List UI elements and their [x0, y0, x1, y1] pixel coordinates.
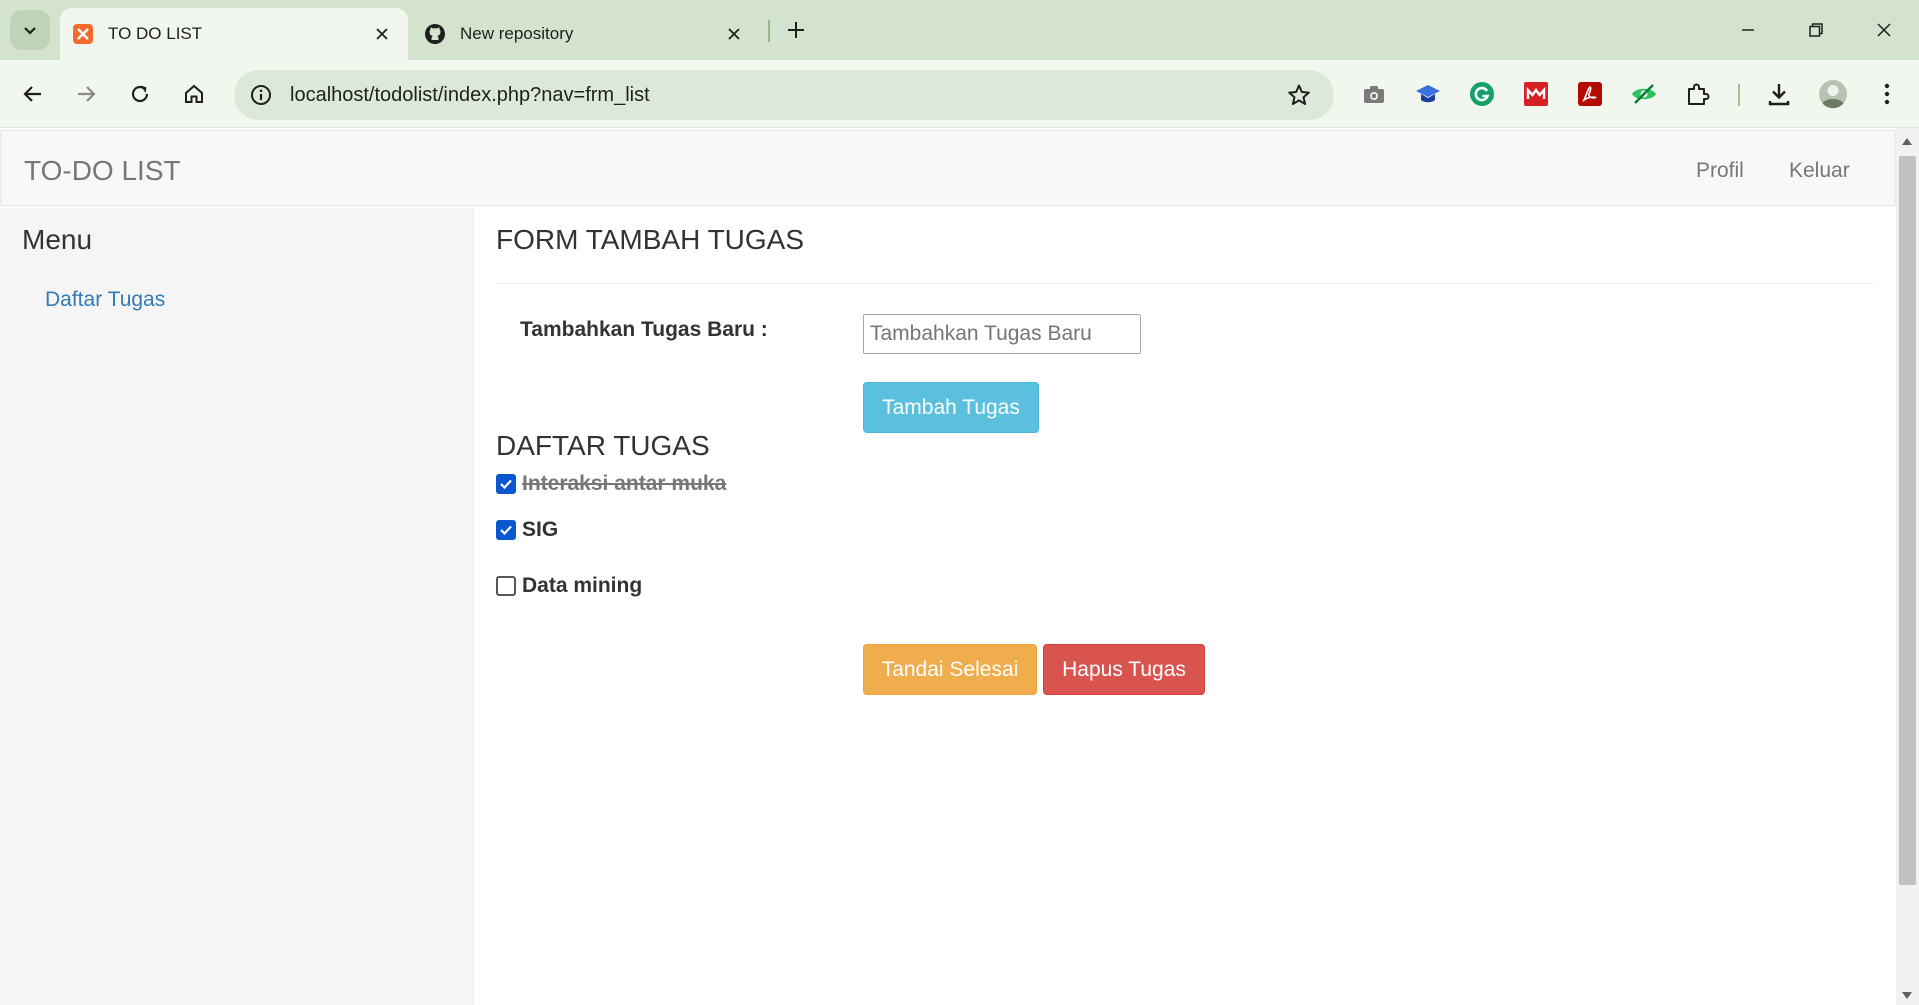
checkmark-icon [500, 479, 512, 490]
close-icon [1877, 23, 1891, 37]
plus-icon [788, 22, 804, 38]
minimize-icon [1742, 29, 1754, 31]
delete-task-button[interactable]: Hapus Tugas [1043, 644, 1205, 695]
task-label[interactable]: Data mining [522, 574, 642, 598]
task-label[interactable]: SIG [522, 518, 558, 542]
minimize-button[interactable] [1728, 10, 1768, 50]
home-icon [185, 84, 203, 103]
arrow-right-icon [78, 86, 96, 102]
graduation-cap-icon[interactable] [1411, 77, 1445, 111]
puzzle-icon[interactable] [1681, 77, 1715, 111]
close-window-button[interactable] [1864, 10, 1904, 50]
mark-done-button[interactable]: Tandai Selesai [863, 644, 1037, 695]
more-vert-icon[interactable] [1870, 77, 1904, 111]
main-content: FORM TAMBAH TUGAS Tambahkan Tugas Baru :… [474, 208, 1896, 1005]
new-task-input[interactable] [863, 314, 1141, 354]
browser-tab-strip: TO DO LIST New repository [0, 0, 1919, 60]
task-checkbox[interactable] [496, 576, 516, 596]
bookmark-star-icon[interactable] [1284, 80, 1314, 110]
tab-title: New repository [460, 24, 574, 43]
task-checkbox[interactable] [496, 520, 516, 540]
toolbar-separator [1738, 84, 1740, 106]
nav-link-profil[interactable]: Profil [1696, 159, 1744, 183]
github-icon [424, 23, 446, 45]
acrobat-icon[interactable] [1573, 77, 1607, 111]
page-title: FORM TAMBAH TUGAS [496, 224, 805, 255]
brand-title[interactable]: TO-DO LIST [24, 155, 181, 187]
restore-icon [1809, 23, 1823, 37]
camera-icon[interactable] [1357, 77, 1391, 111]
back-button[interactable] [13, 74, 53, 114]
arrow-left-icon [23, 86, 41, 102]
task-checkbox[interactable] [496, 474, 516, 494]
xampp-icon [72, 23, 94, 45]
site-info-icon[interactable] [246, 80, 276, 110]
tab-separator [768, 20, 770, 42]
forward-button[interactable] [66, 74, 106, 114]
task-label[interactable]: Interaksi antar muka [522, 472, 726, 496]
avatar[interactable] [1816, 77, 1850, 111]
grammarly-icon[interactable] [1465, 77, 1499, 111]
eye-slash-icon[interactable] [1627, 77, 1661, 111]
scroll-up-icon[interactable] [1902, 138, 1912, 145]
top-navbar: TO-DO LIST Profil Keluar [0, 130, 1896, 206]
restore-button[interactable] [1796, 10, 1836, 50]
browser-toolbar: localhost/todolist/index.php?nav=frm_lis… [0, 60, 1919, 128]
mendeley-icon[interactable] [1519, 77, 1553, 111]
task-list-title: DAFTAR TUGAS [496, 430, 710, 461]
address-bar-url[interactable]: localhost/todolist/index.php?nav=frm_lis… [290, 84, 650, 107]
task-item[interactable]: SIG [496, 517, 558, 543]
sidebar: Menu Daftar Tugas [0, 208, 474, 1005]
home-button[interactable] [174, 74, 214, 114]
divider [496, 283, 1874, 284]
reload-button[interactable] [120, 74, 160, 114]
tab-title: TO DO LIST [108, 24, 203, 43]
web-page: TO-DO LIST Profil Keluar Menu Daftar Tug… [0, 128, 1896, 1005]
page-scrollbar[interactable] [1896, 128, 1919, 1005]
reload-icon [131, 85, 149, 103]
new-tab-button[interactable] [780, 14, 812, 46]
nav-link-keluar[interactable]: Keluar [1789, 159, 1850, 183]
add-task-button[interactable]: Tambah Tugas [863, 382, 1039, 433]
tab-search-button[interactable] [10, 10, 50, 50]
tab-todo-list[interactable]: TO DO LIST [60, 8, 408, 60]
task-item[interactable]: Interaksi antar muka [496, 471, 726, 497]
close-icon[interactable] [370, 22, 394, 46]
task-item[interactable]: Data mining [496, 573, 642, 599]
close-icon[interactable] [722, 22, 746, 46]
sidebar-title: Menu [22, 224, 93, 255]
chevron-down-icon [24, 27, 36, 35]
scrollbar-thumb[interactable] [1899, 156, 1916, 885]
new-task-label: Tambahkan Tugas Baru : [520, 318, 768, 341]
scroll-down-icon[interactable] [1902, 992, 1912, 999]
address-bar[interactable]: localhost/todolist/index.php?nav=frm_lis… [234, 70, 1334, 120]
sidebar-item-daftar-tugas[interactable]: Daftar Tugas [45, 288, 165, 312]
checkmark-icon [500, 525, 512, 536]
download-icon[interactable] [1762, 77, 1796, 111]
tab-new-repository[interactable]: New repository [412, 8, 760, 60]
